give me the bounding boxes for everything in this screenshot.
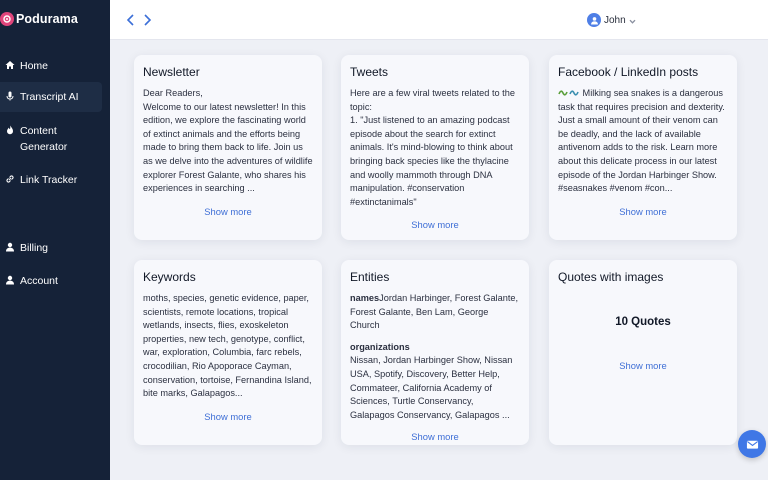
- show-more-link[interactable]: Show more: [143, 411, 313, 422]
- flame-icon: [4, 123, 16, 137]
- snake-emoji-icon: [558, 87, 580, 97]
- card-title: Entities: [350, 270, 390, 284]
- newsletter-body: Dear Readers, Welcome to our latest news…: [143, 88, 313, 194]
- top-header: John: [110, 0, 768, 40]
- user-menu[interactable]: John: [587, 13, 636, 27]
- show-more-link[interactable]: Show more: [558, 206, 728, 217]
- microphone-icon: [4, 89, 16, 103]
- show-more-link[interactable]: Show more: [143, 206, 313, 217]
- facebook-body-text: Milking sea snakes is a dangerous task t…: [558, 88, 725, 194]
- sidebar-item-link-tracker[interactable]: Link Tracker: [0, 172, 81, 188]
- envelope-icon: [746, 438, 759, 451]
- podurama-logo-icon: [0, 12, 14, 26]
- entities-organizations-label: organizations: [350, 341, 410, 352]
- brand[interactable]: Podurama: [0, 0, 110, 38]
- home-icon: [4, 58, 16, 72]
- chevron-down-icon: [629, 17, 636, 24]
- sidebar: Podurama Home Transcript AI Content Gene…: [0, 0, 110, 480]
- entities-names-label: names: [350, 293, 380, 303]
- facebook-body: Milking sea snakes is a dangerous task t…: [558, 87, 728, 196]
- quotes-card: Quotes with images 10 Quotes Show more: [549, 260, 737, 445]
- user-name: John: [604, 14, 626, 26]
- link-icon: [4, 172, 16, 186]
- entities-names: namesJordan Harbinger, Forest Galante, F…: [350, 292, 520, 333]
- sidebar-item-label: Transcript AI: [20, 91, 79, 103]
- sidebar-item-label: Link Tracker: [20, 174, 78, 186]
- sidebar-item-label: Content Generator: [20, 123, 67, 155]
- tweets-card: Tweets Here are a few viral tweets relat…: [341, 55, 529, 240]
- newsletter-card: Newsletter Dear Readers, Welcome to our …: [134, 55, 322, 240]
- sidebar-item-label: Home: [20, 60, 49, 72]
- card-title: Keywords: [143, 270, 196, 284]
- back-chevron-icon[interactable]: [124, 12, 138, 28]
- show-more-link[interactable]: Show more: [558, 360, 728, 371]
- sidebar-item-billing[interactable]: Billing: [0, 240, 52, 256]
- user-icon: [4, 240, 16, 254]
- entities-card: Entities namesJordan Harbinger, Forest G…: [341, 260, 529, 445]
- message-fab[interactable]: [738, 430, 766, 458]
- sidebar-item-content-generator[interactable]: Content Generator: [0, 123, 71, 155]
- facebook-linkedin-card: Facebook / LinkedIn posts Milking sea sn…: [549, 55, 737, 240]
- keywords-body: moths, species, genetic evidence, paper,…: [143, 293, 312, 399]
- forward-chevron-icon[interactable]: [140, 12, 154, 28]
- card-title: Facebook / LinkedIn posts: [558, 65, 699, 79]
- card-title: Newsletter: [143, 65, 200, 79]
- sidebar-item-transcript-ai[interactable]: Transcript AI: [0, 82, 102, 112]
- show-more-link[interactable]: Show more: [350, 219, 520, 230]
- sidebar-item-account[interactable]: Account: [0, 273, 62, 289]
- quotes-count: 10 Quotes: [615, 316, 671, 328]
- entities-organizations: organizations Nissan, Jordan Harbinger S…: [350, 341, 520, 423]
- user-icon: [4, 273, 16, 287]
- keywords-card: Keywords moths, species, genetic evidenc…: [134, 260, 322, 445]
- sidebar-item-home[interactable]: Home: [0, 58, 52, 74]
- tweets-body: Here are a few viral tweets related to t…: [350, 88, 515, 207]
- sidebar-item-label: Account: [20, 275, 58, 287]
- sidebar-item-label-text: Content Generator: [20, 125, 68, 153]
- show-more-link[interactable]: Show more: [350, 431, 520, 442]
- sidebar-item-label: Billing: [20, 242, 49, 254]
- entities-organizations-value: Nissan, Jordan Harbinger Show, Nissan US…: [350, 355, 513, 420]
- brand-name: Podurama: [16, 12, 78, 26]
- card-title: Quotes with images: [558, 270, 664, 284]
- card-title: Tweets: [350, 65, 389, 79]
- avatar: [587, 13, 601, 27]
